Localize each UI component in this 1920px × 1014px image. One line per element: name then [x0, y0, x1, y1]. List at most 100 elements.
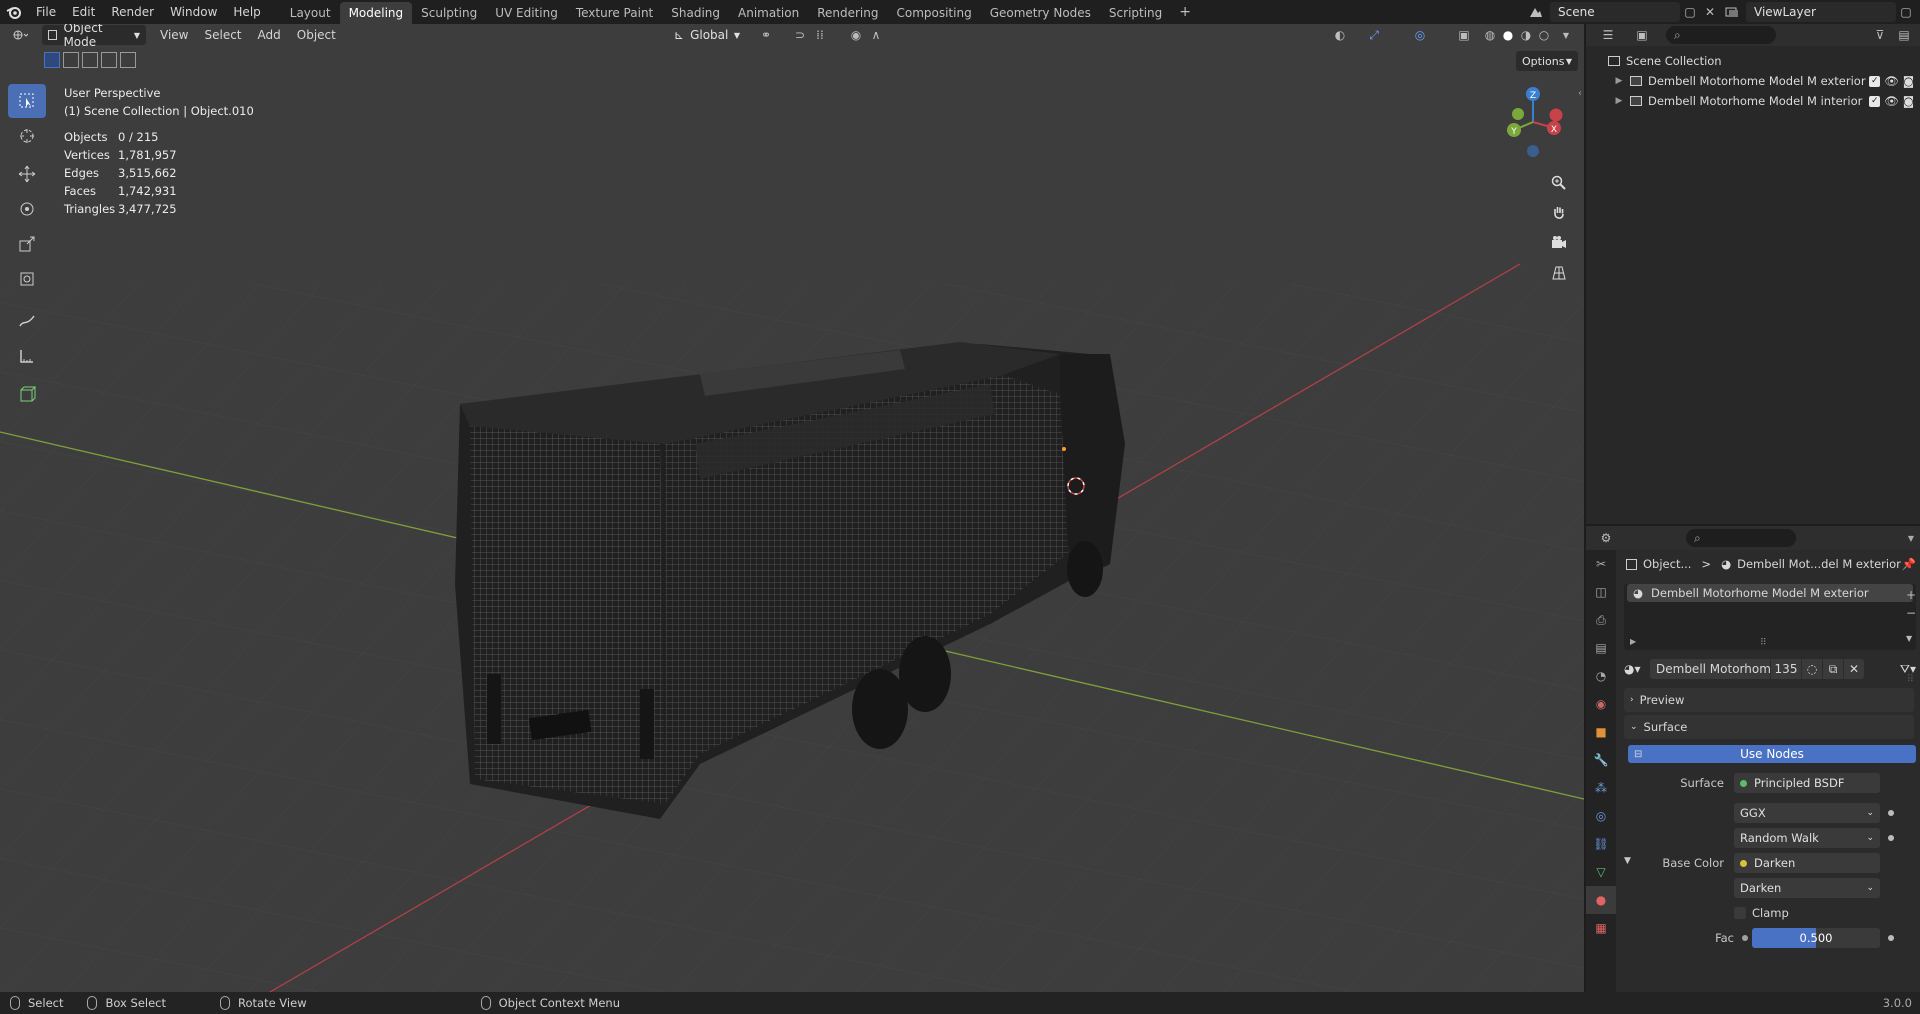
- chevron-down-icon[interactable]: ▼: [1908, 534, 1914, 543]
- tab-rendering[interactable]: Rendering: [808, 2, 887, 24]
- menu-render[interactable]: Render: [103, 0, 162, 24]
- snap-increment-icon[interactable]: ⁞⁞: [810, 25, 830, 45]
- pin-icon[interactable]: 📌: [1902, 557, 1916, 571]
- camera-view-icon[interactable]: [1546, 230, 1572, 256]
- close-view-layer-icon[interactable]: ✕: [1916, 2, 1920, 22]
- add-slot-icon[interactable]: +: [1906, 588, 1916, 602]
- output-tab-icon[interactable]: ⎙: [1586, 606, 1616, 634]
- add-cube-tool-icon[interactable]: [8, 377, 46, 411]
- filter-icon[interactable]: ⊽: [1870, 25, 1890, 45]
- data-tab-icon[interactable]: ▽: [1586, 858, 1616, 886]
- falloff-icon[interactable]: ∧: [866, 25, 886, 45]
- tab-animation[interactable]: Animation: [729, 2, 808, 24]
- eye-icon[interactable]: 👁: [1884, 74, 1899, 88]
- material-shading-icon[interactable]: ◑: [1516, 25, 1536, 45]
- rendered-shading-icon[interactable]: ○: [1534, 25, 1554, 45]
- tab-compositing[interactable]: Compositing: [887, 2, 980, 24]
- menu-edit[interactable]: Edit: [64, 0, 103, 24]
- proportional-edit-icon[interactable]: ◉: [846, 25, 866, 45]
- material-name-field[interactable]: Dembell Motorhome ...: [1650, 659, 1770, 679]
- duplicate-icon[interactable]: ⧉: [1823, 659, 1843, 679]
- view-layer-tab-icon[interactable]: ▤: [1586, 634, 1616, 662]
- surface-shader-field[interactable]: Principled BSDF: [1734, 773, 1880, 793]
- menu-help[interactable]: Help: [225, 0, 268, 24]
- scene-collection-row[interactable]: Scene Collection: [1586, 51, 1920, 71]
- select-box-tool-icon[interactable]: [8, 84, 46, 118]
- cursor-tool-icon[interactable]: [8, 119, 46, 153]
- tab-geometry-nodes[interactable]: Geometry Nodes: [981, 2, 1100, 24]
- display-mode-icon[interactable]: ▣: [1632, 25, 1652, 45]
- scene-tab-icon[interactable]: ◔: [1586, 662, 1616, 690]
- xray-icon[interactable]: ▣: [1454, 25, 1474, 45]
- preview-panel-header[interactable]: › Preview: [1624, 688, 1914, 712]
- menu-window[interactable]: Window: [162, 0, 225, 24]
- outliner-row[interactable]: ▶ Dembell Motorhome Model M interior ✓ 👁…: [1586, 91, 1920, 111]
- wireframe-shading-icon[interactable]: ◍: [1480, 25, 1500, 45]
- exclude-checkbox-icon[interactable]: ✓: [1869, 75, 1881, 87]
- overlays-icon[interactable]: ◎: [1410, 25, 1430, 45]
- camera-render-icon[interactable]: ◙: [1903, 74, 1914, 88]
- collapse-arrow-icon[interactable]: ▼: [1624, 856, 1631, 866]
- scene-selector[interactable]: Scene: [1550, 2, 1680, 22]
- tab-sculpting[interactable]: Sculpting: [412, 2, 486, 24]
- material-browse-icon[interactable]: ◕▾: [1624, 662, 1650, 676]
- unlink-icon[interactable]: ✕: [1844, 659, 1864, 679]
- zoom-icon[interactable]: [1546, 170, 1572, 196]
- new-view-layer-icon[interactable]: ▢: [1896, 2, 1916, 22]
- particles-tab-icon[interactable]: ⁂: [1586, 774, 1616, 802]
- annotate-tool-icon[interactable]: [8, 304, 46, 338]
- tab-scripting[interactable]: Scripting: [1100, 2, 1171, 24]
- editor-type-icon[interactable]: [10, 25, 30, 45]
- slot-specials-icon[interactable]: ▼: [1906, 634, 1916, 643]
- render-tab-icon[interactable]: ◫: [1586, 578, 1616, 606]
- texture-tab-icon[interactable]: ▦: [1586, 914, 1616, 942]
- properties-search-input[interactable]: ⌕: [1686, 529, 1796, 547]
- add-workspace-button[interactable]: +: [1171, 4, 1199, 20]
- menu-view[interactable]: View: [152, 24, 196, 46]
- tab-layout[interactable]: Layout: [281, 2, 340, 24]
- slot-expand-icon[interactable]: ▶: [1630, 637, 1636, 646]
- tab-modeling[interactable]: Modeling: [339, 1, 413, 24]
- eye-icon[interactable]: 👁: [1884, 94, 1899, 108]
- expand-arrow-icon[interactable]: ▶: [1612, 76, 1626, 86]
- menu-file[interactable]: File: [28, 0, 64, 24]
- 3d-viewport[interactable]: Object Mode ▼ View Select Add Object ⊾ G…: [0, 24, 1584, 992]
- outliner-search-input[interactable]: ⌕: [1666, 26, 1776, 44]
- scene-icon[interactable]: [1526, 2, 1546, 22]
- fac-slider[interactable]: 0.500: [1752, 928, 1880, 948]
- new-collection-icon[interactable]: ▤: [1894, 25, 1914, 45]
- outliner-editor-type-icon[interactable]: ☰: [1598, 25, 1618, 45]
- world-tab-icon[interactable]: ◉: [1586, 690, 1616, 718]
- panel-drag-handle-icon[interactable]: ⠿: [1907, 674, 1914, 685]
- move-tool-icon[interactable]: [8, 157, 46, 191]
- menu-object[interactable]: Object: [289, 24, 344, 46]
- distribution-dropdown[interactable]: GGX ⌄: [1734, 803, 1880, 823]
- object-tab-icon[interactable]: ■: [1586, 718, 1616, 746]
- view-layer-selector[interactable]: ViewLayer: [1746, 2, 1896, 22]
- tool-tab-icon[interactable]: ✂: [1586, 550, 1616, 578]
- keyframe-dot-icon[interactable]: [1888, 835, 1894, 841]
- blender-logo-icon[interactable]: [0, 0, 28, 24]
- new-scene-icon[interactable]: ▢: [1680, 2, 1700, 22]
- resize-handle-icon[interactable]: ⠿: [1760, 638, 1767, 648]
- expand-arrow-icon[interactable]: ▶: [1612, 96, 1626, 106]
- close-scene-icon[interactable]: ✕: [1700, 2, 1720, 22]
- mode-dropdown[interactable]: Object Mode ▼: [42, 24, 146, 49]
- keyframe-dot-icon[interactable]: [1888, 935, 1894, 941]
- transform-tool-icon[interactable]: [8, 262, 46, 296]
- clamp-checkbox[interactable]: [1734, 907, 1746, 919]
- orientation-dropdown[interactable]: ⊾ Global ▼: [668, 25, 746, 45]
- fake-user-icon[interactable]: ◌: [1802, 659, 1822, 679]
- modifier-tab-icon[interactable]: 🔧: [1586, 746, 1616, 774]
- base-color-link-field[interactable]: Darken: [1734, 853, 1880, 873]
- select-subtract-icon[interactable]: [82, 52, 98, 68]
- pivot-icon[interactable]: ⚭: [756, 25, 776, 45]
- select-new-icon[interactable]: [44, 52, 60, 68]
- tab-shading[interactable]: Shading: [662, 2, 729, 24]
- snap-icon[interactable]: ⊃: [790, 25, 810, 45]
- menu-select[interactable]: Select: [196, 24, 249, 46]
- properties-editor-type-icon[interactable]: ⚙: [1596, 528, 1616, 548]
- keyframe-dot-icon[interactable]: [1888, 810, 1894, 816]
- select-invert-icon[interactable]: [101, 52, 117, 68]
- perspective-toggle-icon[interactable]: [1546, 260, 1572, 286]
